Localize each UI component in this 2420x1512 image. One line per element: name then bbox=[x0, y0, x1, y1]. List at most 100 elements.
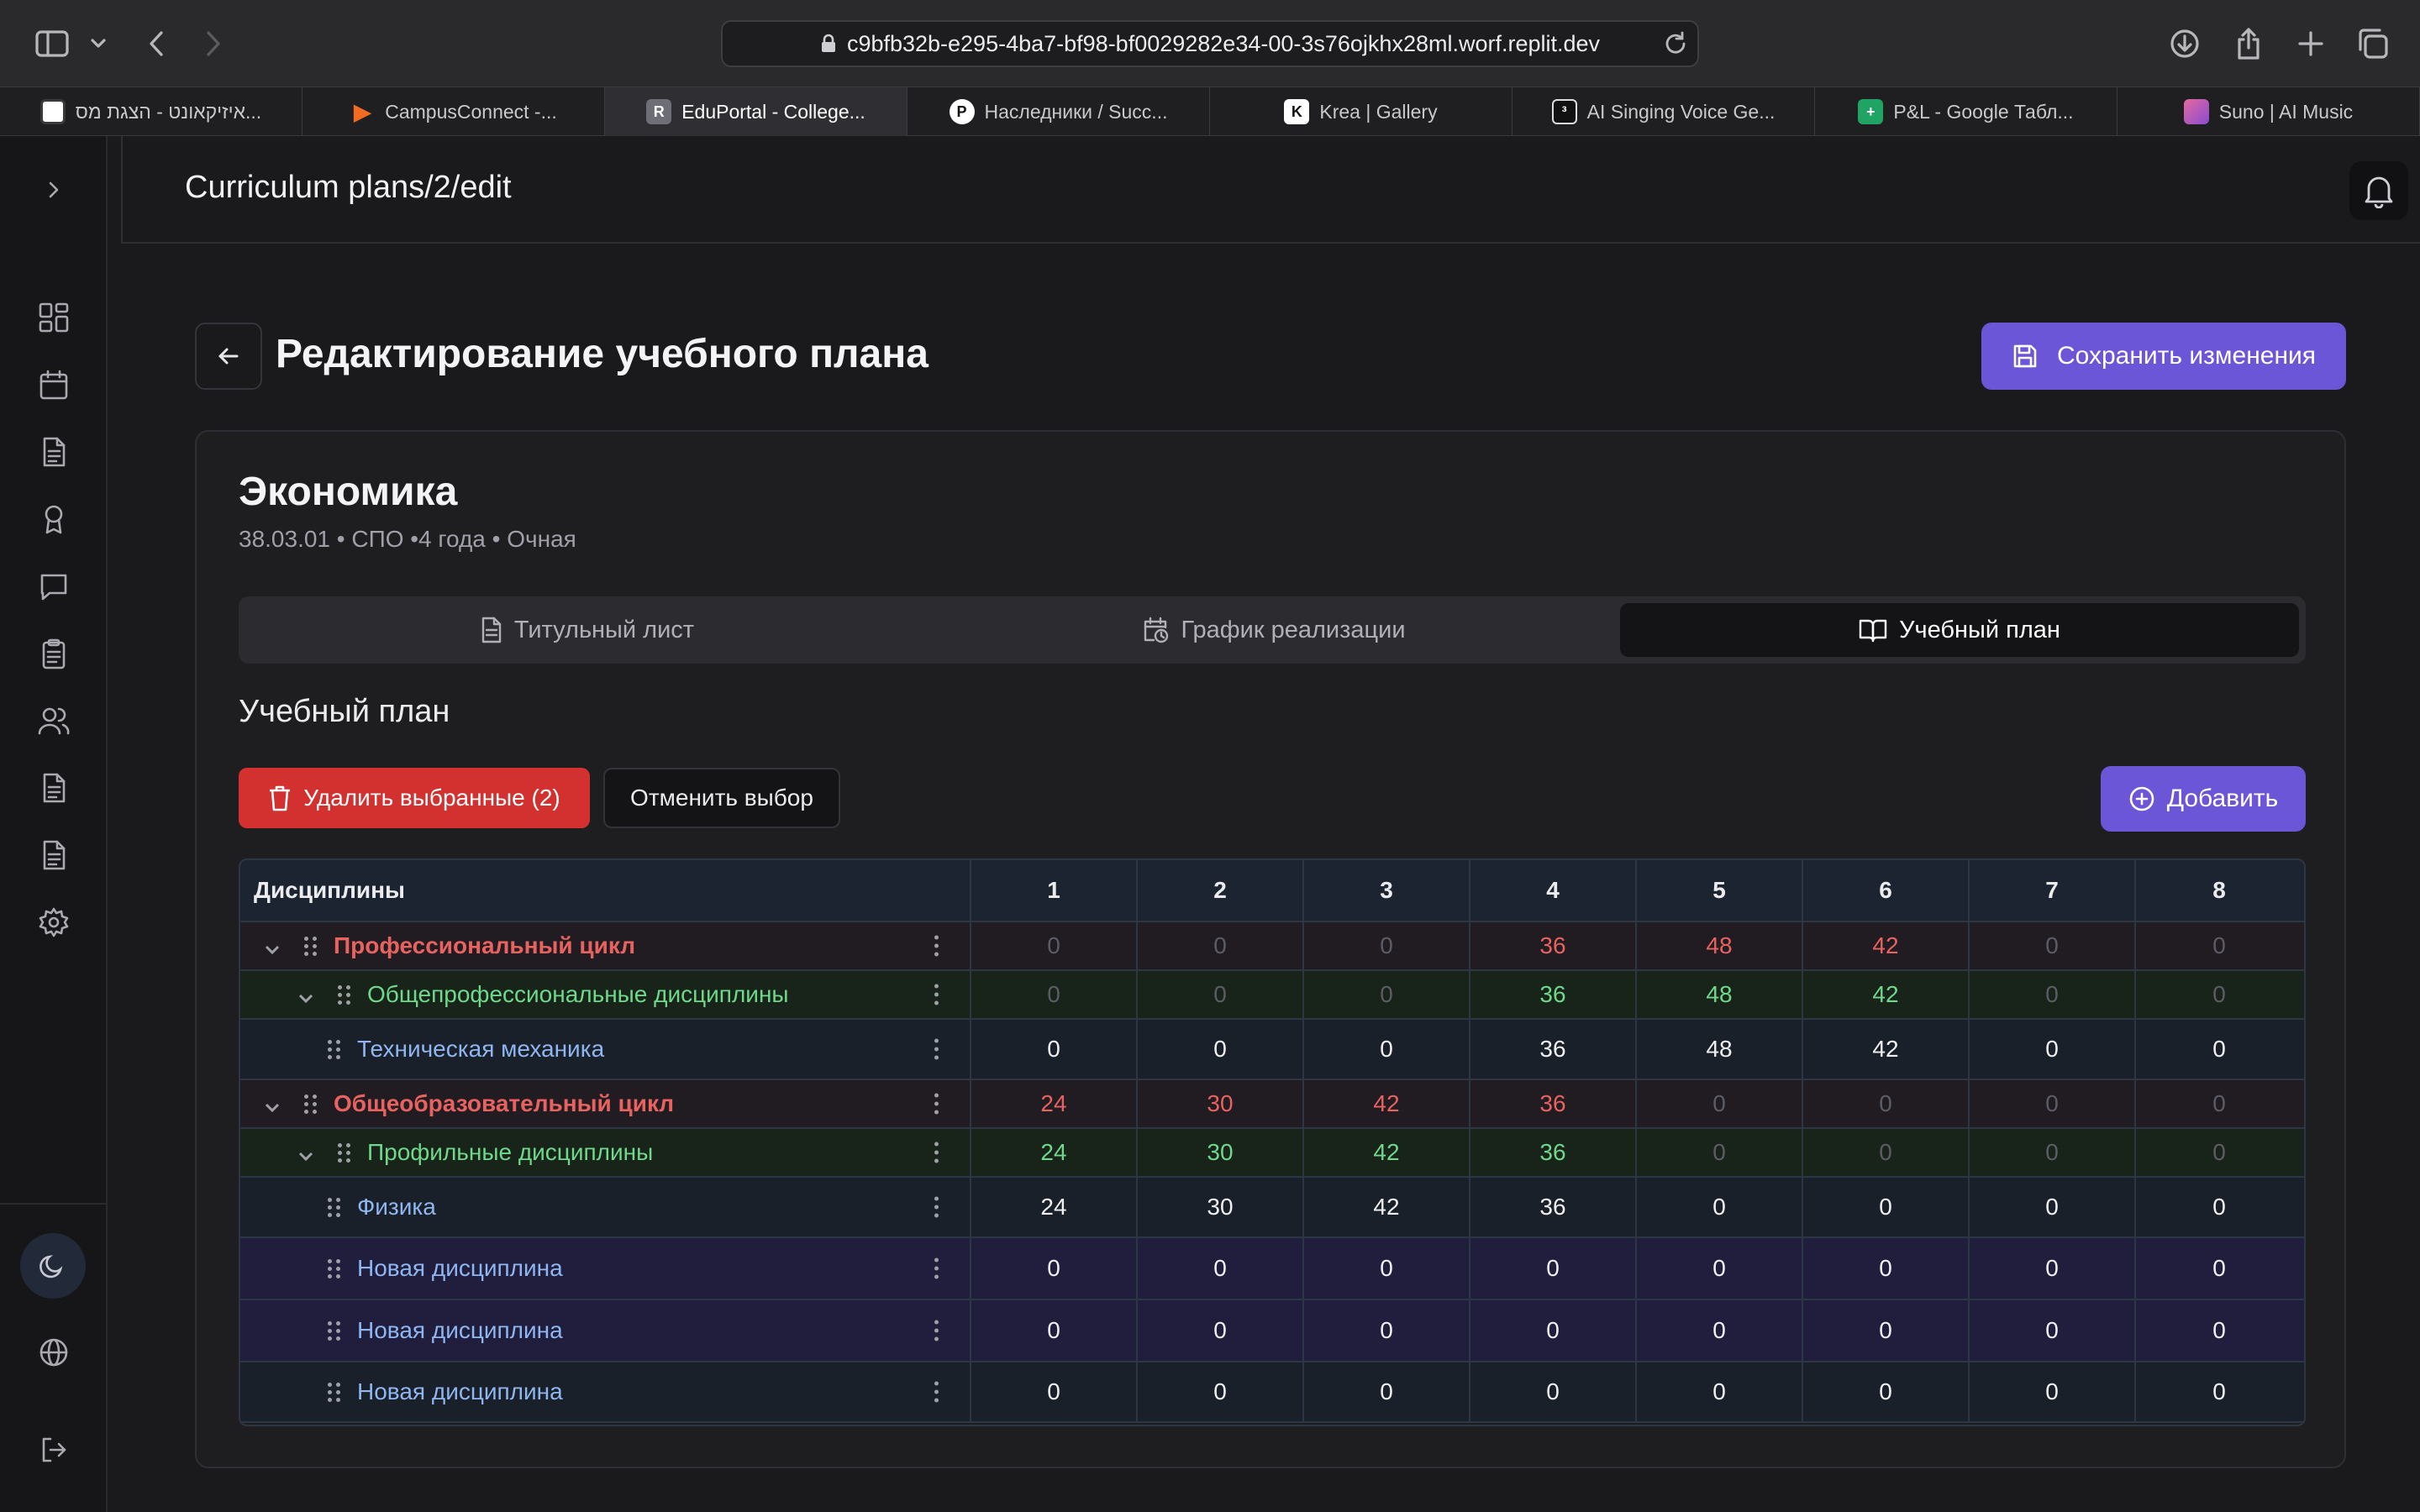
table-row[interactable]: Общепрофессиональные дисциплины 0 0 0 36 48 42… bbox=[240, 971, 2304, 1020]
hours-cell[interactable]: 0 bbox=[1803, 1300, 1970, 1361]
dashboard-icon[interactable] bbox=[32, 296, 76, 339]
more-options-icon[interactable] bbox=[933, 1320, 939, 1341]
more-options-icon[interactable] bbox=[933, 935, 939, 957]
calendar-icon[interactable] bbox=[32, 363, 76, 407]
hours-cell[interactable]: 0 bbox=[1803, 1129, 1970, 1176]
table-row[interactable]: Физика 24 30 42 36 0 0 0 0 bbox=[240, 1178, 2304, 1238]
hours-cell[interactable]: 0 bbox=[1138, 1362, 1304, 1421]
hours-cell[interactable]: 0 bbox=[1304, 971, 1470, 1018]
hours-cell[interactable]: 0 bbox=[971, 1238, 1138, 1299]
chevron-down-icon[interactable] bbox=[297, 986, 314, 1004]
hours-cell[interactable]: 0 bbox=[1304, 1362, 1470, 1421]
hours-cell[interactable]: 0 bbox=[2136, 1178, 2302, 1236]
new-tab-icon[interactable] bbox=[2294, 22, 2328, 66]
hours-cell[interactable]: 30 bbox=[1138, 1080, 1304, 1127]
expand-sidebar-button[interactable] bbox=[32, 168, 76, 212]
drag-handle-icon[interactable] bbox=[328, 1320, 340, 1341]
hours-cell[interactable]: 30 bbox=[1138, 1178, 1304, 1236]
theme-toggle-button[interactable] bbox=[20, 1233, 86, 1299]
hours-cell[interactable]: 48 bbox=[1637, 922, 1803, 969]
chevron-down-icon[interactable] bbox=[264, 1095, 281, 1113]
hours-cell[interactable]: 0 bbox=[1637, 1362, 1803, 1421]
hours-cell[interactable]: 0 bbox=[2136, 1362, 2302, 1421]
drag-handle-icon[interactable] bbox=[328, 1258, 340, 1278]
table-row[interactable]: Новая дисциплина 0 0 0 0 0 0 0 0 bbox=[240, 1300, 2304, 1362]
hours-cell[interactable]: 0 bbox=[1304, 922, 1470, 969]
hours-cell[interactable]: 24 bbox=[971, 1129, 1138, 1176]
drag-handle-icon[interactable] bbox=[338, 984, 350, 1005]
hours-cell[interactable]: 0 bbox=[1970, 1080, 2136, 1127]
forward-nav-icon[interactable] bbox=[197, 22, 230, 66]
hours-cell[interactable]: 0 bbox=[1138, 1300, 1304, 1361]
hours-cell[interactable]: 0 bbox=[971, 1020, 1138, 1079]
hours-cell[interactable]: 0 bbox=[1803, 1362, 1970, 1421]
table-row[interactable]: Профессиональный цикл 0 0 0 36 48 42 0 0 bbox=[240, 922, 2304, 971]
hours-cell[interactable]: 0 bbox=[1637, 1238, 1803, 1299]
logout-icon[interactable] bbox=[32, 1428, 76, 1472]
browser-tab[interactable]: Suno | AI Music bbox=[2118, 87, 2420, 136]
hours-cell[interactable]: 36 bbox=[1470, 1020, 1637, 1079]
hours-cell[interactable]: 0 bbox=[2136, 1129, 2302, 1176]
hours-cell[interactable]: 0 bbox=[1970, 1178, 2136, 1236]
browser-tab[interactable]: + P&L - Google Табл... bbox=[1815, 87, 2118, 136]
users-icon[interactable] bbox=[32, 699, 76, 743]
drag-handle-icon[interactable] bbox=[304, 936, 317, 956]
address-bar[interactable]: c9bfb32b-e295-4ba7-bf98-bf0029282e34-00-… bbox=[721, 20, 1699, 67]
hours-cell[interactable]: 42 bbox=[1803, 1020, 1970, 1079]
more-options-icon[interactable] bbox=[933, 984, 939, 1005]
hours-cell[interactable]: 0 bbox=[1970, 1129, 2136, 1176]
delete-selected-button[interactable]: Удалить выбранные (2) bbox=[239, 768, 590, 828]
more-options-icon[interactable] bbox=[933, 1257, 939, 1279]
clipboard-icon[interactable] bbox=[32, 632, 76, 675]
hours-cell[interactable]: 0 bbox=[1637, 1129, 1803, 1176]
more-options-icon[interactable] bbox=[933, 1381, 939, 1403]
hours-cell[interactable]: 0 bbox=[2136, 971, 2302, 1018]
chat-icon[interactable] bbox=[32, 564, 76, 608]
hours-cell[interactable]: 0 bbox=[971, 1362, 1138, 1421]
table-row[interactable]: Техническая механика 0 0 0 36 48 42 0 0 bbox=[240, 1020, 2304, 1080]
hours-cell[interactable]: 0 bbox=[971, 922, 1138, 969]
hours-cell[interactable]: 0 bbox=[2136, 1020, 2302, 1079]
hours-cell[interactable]: 0 bbox=[1470, 1300, 1637, 1361]
browser-tab[interactable]: R EduPortal - College... bbox=[605, 87, 908, 136]
browser-tab[interactable]: P Наследники / Succ... bbox=[908, 87, 1210, 136]
back-nav-icon[interactable] bbox=[139, 22, 173, 66]
tab-curriculum[interactable]: Учебный план bbox=[1620, 603, 2299, 657]
hours-cell[interactable]: 0 bbox=[1138, 1238, 1304, 1299]
hours-cell[interactable]: 0 bbox=[1138, 971, 1304, 1018]
chevron-down-icon[interactable] bbox=[264, 937, 281, 955]
hours-cell[interactable]: 0 bbox=[1637, 1178, 1803, 1236]
hours-cell[interactable]: 36 bbox=[1470, 1129, 1637, 1176]
hours-cell[interactable]: 36 bbox=[1470, 1080, 1637, 1127]
hours-cell[interactable]: 0 bbox=[1970, 1020, 2136, 1079]
hours-cell[interactable]: 0 bbox=[1470, 1238, 1637, 1299]
hours-cell[interactable]: 24 bbox=[971, 1178, 1138, 1236]
hours-cell[interactable]: 36 bbox=[1470, 971, 1637, 1018]
back-button[interactable] bbox=[195, 323, 262, 390]
hours-cell[interactable]: 0 bbox=[2136, 922, 2302, 969]
hours-cell[interactable]: 0 bbox=[1138, 922, 1304, 969]
download-icon[interactable] bbox=[2168, 22, 2202, 66]
hours-cell[interactable]: 30 bbox=[1138, 1129, 1304, 1176]
hours-cell[interactable]: 0 bbox=[1803, 1238, 1970, 1299]
hours-cell[interactable]: 48 bbox=[1637, 971, 1803, 1018]
add-button[interactable]: Добавить bbox=[2101, 766, 2306, 832]
hours-cell[interactable]: 0 bbox=[1803, 1178, 1970, 1236]
hours-cell[interactable]: 0 bbox=[1304, 1238, 1470, 1299]
hours-cell[interactable]: 0 bbox=[1138, 1020, 1304, 1079]
more-options-icon[interactable] bbox=[933, 1142, 939, 1163]
settings-icon[interactable] bbox=[32, 900, 76, 944]
hours-cell[interactable]: 0 bbox=[1970, 1300, 2136, 1361]
hours-cell[interactable]: 0 bbox=[1637, 1080, 1803, 1127]
tab-schedule[interactable]: График реализации bbox=[933, 603, 1615, 657]
hours-cell[interactable]: 36 bbox=[1470, 1178, 1637, 1236]
table-row[interactable]: Профильные дисциплины 24 30 42 36 0 0 0 0 bbox=[240, 1129, 2304, 1178]
hours-cell[interactable]: 0 bbox=[1970, 1362, 2136, 1421]
hours-cell[interactable]: 24 bbox=[971, 1080, 1138, 1127]
document-icon[interactable] bbox=[32, 833, 76, 877]
chevron-down-icon[interactable] bbox=[297, 1144, 314, 1162]
browser-tab[interactable]: ▶ CampusConnect -... bbox=[302, 87, 605, 136]
reload-icon[interactable] bbox=[1662, 30, 1689, 63]
hours-cell[interactable]: 0 bbox=[1470, 1362, 1637, 1421]
table-row[interactable]: Новая дисциплина 0 0 0 0 0 0 0 0 bbox=[240, 1362, 2304, 1423]
